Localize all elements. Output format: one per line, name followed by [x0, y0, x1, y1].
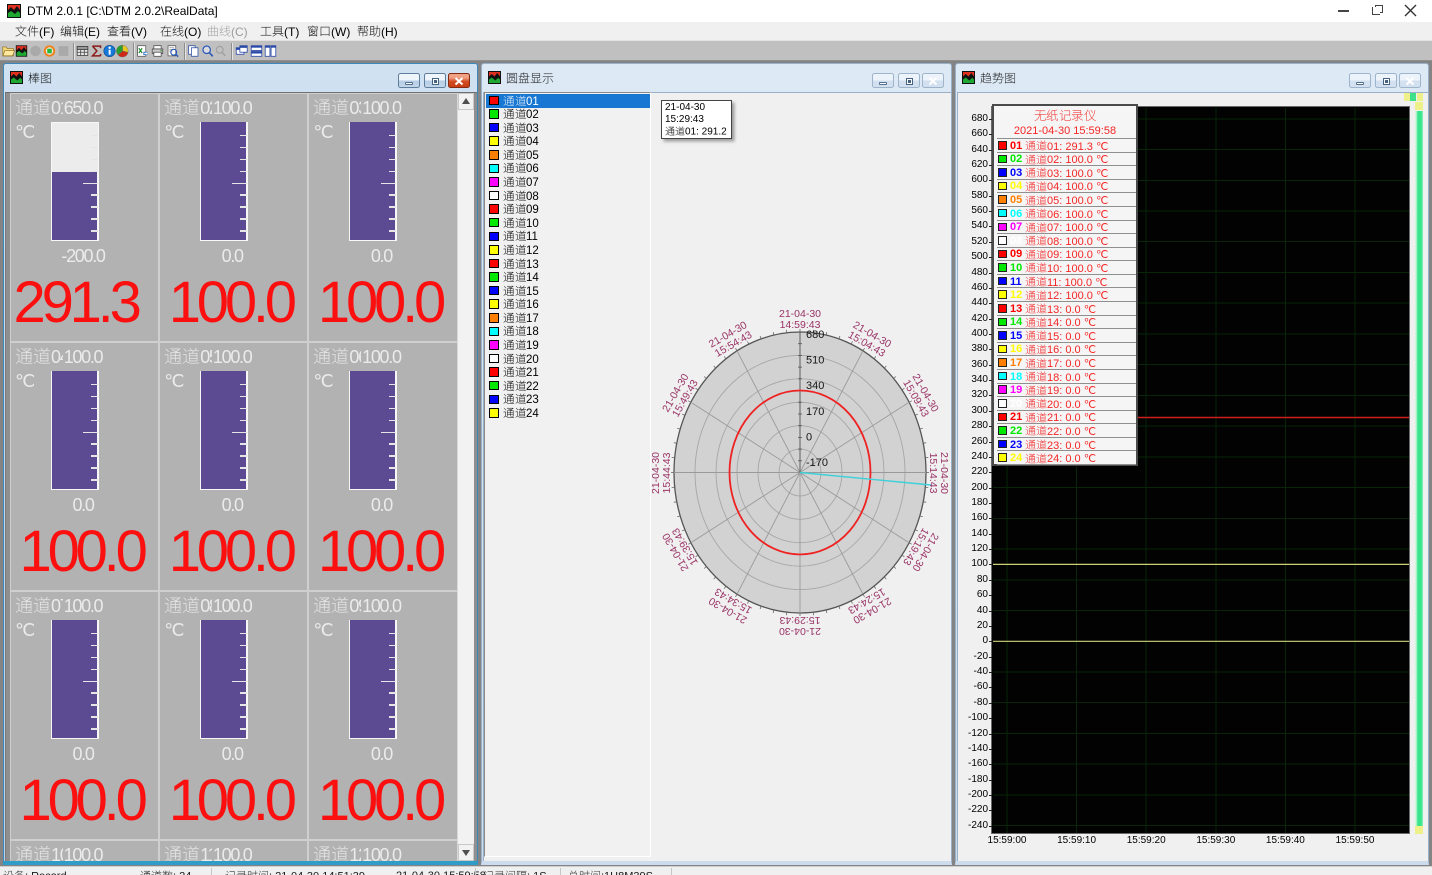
- svg-text:-170: -170: [806, 457, 828, 469]
- svg-text:340: 340: [806, 380, 824, 392]
- svg-text:0: 0: [806, 431, 812, 443]
- svg-text:510: 510: [806, 355, 824, 367]
- svg-text:170: 170: [806, 406, 824, 418]
